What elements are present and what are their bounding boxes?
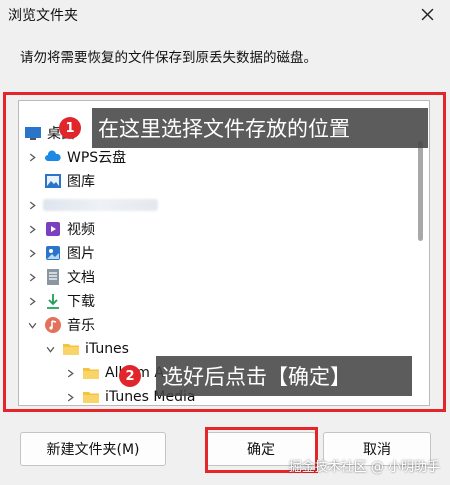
- chevron-right-icon[interactable]: [25, 294, 39, 308]
- tree-item-label: WPS云盘: [67, 150, 127, 166]
- annotation-step2-text: 选好后点击【确定】: [162, 365, 351, 389]
- tree-scrollbar[interactable]: [418, 141, 423, 241]
- tree-item-wps-cloud[interactable]: WPS云盘: [25, 145, 126, 169]
- annotation-step1: 在这里选择文件存放的位置: [92, 108, 428, 148]
- annotation-step1-text: 在这里选择文件存放的位置: [98, 117, 350, 141]
- chevron-down-icon[interactable]: [43, 342, 57, 356]
- tree-item-label: 文档: [67, 270, 95, 286]
- title-bar: 浏览文件夹: [0, 0, 450, 28]
- folder-icon: [81, 387, 101, 405]
- download-icon: [43, 291, 63, 311]
- tree-item-pictures[interactable]: 图片: [25, 241, 95, 265]
- chevron-right-icon[interactable]: [25, 246, 39, 260]
- close-button[interactable]: [410, 0, 444, 28]
- document-icon: [43, 267, 63, 287]
- tree-item-label: 视频: [67, 222, 95, 238]
- tree-item-documents[interactable]: 文档: [25, 265, 95, 289]
- tree-item-album[interactable]: Album A: [63, 361, 164, 385]
- dialog-title: 浏览文件夹: [8, 8, 78, 24]
- tree-item-gallery[interactable]: 图库: [43, 169, 95, 193]
- tree-item-label: 图库: [67, 174, 95, 190]
- video-icon: [43, 219, 63, 239]
- music-icon: [43, 315, 63, 335]
- folder-icon: [61, 339, 81, 359]
- watermark: 掘金技术社区 @ 小明助手: [288, 460, 440, 475]
- desktop-icon: [23, 123, 43, 143]
- tree-item-blurred[interactable]: [25, 193, 158, 217]
- tree-item-label: 下载: [67, 294, 95, 310]
- tree-item-video[interactable]: 视频: [25, 217, 95, 241]
- chevron-right-icon[interactable]: [25, 198, 39, 212]
- gallery-icon: [43, 171, 63, 191]
- step2-badge: 2: [119, 365, 141, 387]
- tree-item-downloads[interactable]: 下载: [25, 289, 95, 313]
- tree-item-itunes[interactable]: iTunes: [43, 337, 129, 361]
- instruction-text: 请勿将需要恢复的文件保存到原丢失数据的磁盘。: [20, 50, 317, 66]
- browse-folder-dialog: 浏览文件夹 请勿将需要恢复的文件保存到原丢失数据的磁盘。 桌面 WPS云盘: [0, 0, 450, 485]
- step1-badge: 1: [59, 117, 81, 139]
- tree-item-label: 音乐: [67, 318, 95, 334]
- folder-icon: [81, 363, 101, 383]
- annotation-step2: 选好后点击【确定】: [156, 356, 412, 396]
- tree-item-music[interactable]: 音乐: [25, 313, 95, 337]
- picture-icon: [43, 243, 63, 263]
- chevron-right-icon[interactable]: [25, 150, 39, 164]
- cloud-icon: [43, 147, 63, 167]
- new-folder-button[interactable]: 新建文件夹(M): [20, 432, 166, 466]
- chevron-down-icon[interactable]: [25, 318, 39, 332]
- chevron-right-icon[interactable]: [63, 390, 77, 404]
- tree-item-label: iTunes: [85, 341, 129, 357]
- blurred-item-icon: [43, 199, 158, 211]
- chevron-right-icon[interactable]: [63, 366, 77, 380]
- chevron-right-icon[interactable]: [25, 270, 39, 284]
- close-icon: [421, 8, 433, 20]
- chevron-right-icon[interactable]: [25, 222, 39, 236]
- tree-item-label: 图片: [67, 246, 95, 262]
